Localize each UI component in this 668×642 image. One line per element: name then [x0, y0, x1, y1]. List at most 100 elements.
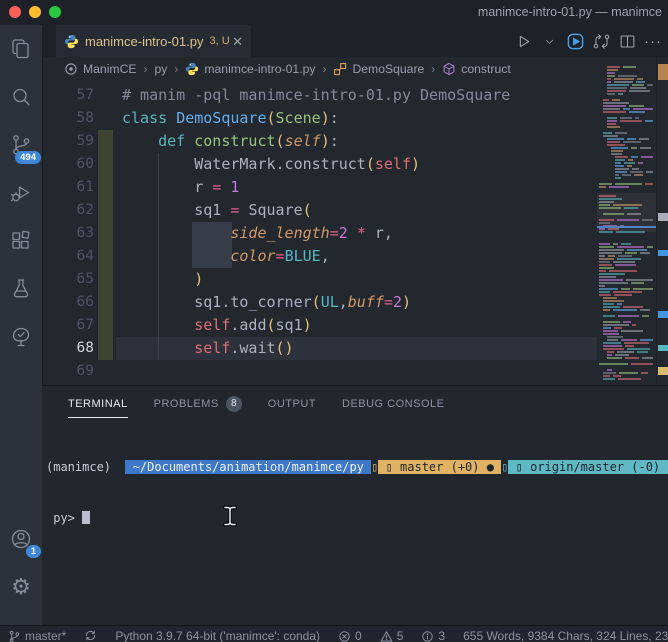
- activity-files-button[interactable]: [0, 25, 42, 73]
- sync-icon: [84, 629, 97, 642]
- activity-source-control-button[interactable]: 494: [0, 121, 42, 169]
- vscode-window: manimce-intro-01.py — manimce 494 1⚙ man…: [0, 0, 668, 642]
- more-actions-button[interactable]: ···: [642, 30, 664, 52]
- breadcrumb-label: py: [155, 62, 168, 76]
- line-number: 63: [42, 222, 94, 245]
- mouse-ibeam-cursor: [222, 505, 238, 527]
- breadcrumb-item-demosquare[interactable]: DemoSquare: [333, 62, 424, 76]
- status-error[interactable]: 0: [338, 629, 362, 642]
- breadcrumb: ManimCE›py›manimce-intro-01.py›DemoSquar…: [42, 57, 597, 81]
- split-editor-icon: [618, 32, 637, 51]
- line-number: 69: [42, 360, 94, 383]
- activity-bar: 494 1⚙: [0, 25, 43, 625]
- panel-tab-problems[interactable]: PROBLEMS8: [154, 387, 242, 420]
- status-label: 5: [397, 629, 404, 642]
- symbol-class-icon: [333, 62, 347, 76]
- line-number: 65: [42, 268, 94, 291]
- tab-manimce-intro-01[interactable]: manimce-intro-01.py 3, U ✕: [56, 25, 252, 57]
- line-number: 57: [42, 84, 94, 107]
- panel-tab-label: OUTPUT: [268, 398, 316, 410]
- code-line-57[interactable]: # manim -pql manimce-intro-01.py DemoSqu…: [122, 84, 510, 107]
- run-dropdown-chevron-icon: [543, 35, 556, 48]
- terminal-prompt: py>: [46, 511, 82, 525]
- breadcrumb-item-py[interactable]: py: [155, 62, 168, 76]
- code-line-58[interactable]: class DemoSquare(Scene):: [122, 107, 510, 130]
- zoom-window-button[interactable]: [49, 6, 61, 18]
- activity-flask-button[interactable]: [0, 265, 42, 313]
- status-label: Python 3.9.7 64-bit ('manimce': conda): [115, 629, 320, 642]
- line-number: 68: [42, 337, 94, 360]
- ruler-mark: [658, 345, 668, 351]
- code-lines[interactable]: # manim -pql manimce-intro-01.py DemoSqu…: [122, 84, 510, 383]
- code-line-64[interactable]: color=BLUE,: [122, 245, 510, 268]
- line-number: 60: [42, 153, 94, 176]
- terminal-prompt-line: (manimce) ~/Documents/animation/manimce/…: [46, 459, 668, 476]
- panel-tab-debug-console[interactable]: DEBUG CONSOLE: [342, 389, 444, 418]
- code-line-62[interactable]: sq1 = Square(: [122, 199, 510, 222]
- status-info[interactable]: 3: [421, 629, 445, 642]
- breadcrumb-item-manimce-intro-01-py[interactable]: manimce-intro-01.py: [185, 62, 315, 76]
- overview-ruler: [656, 57, 668, 385]
- activity-extensions-button[interactable]: [0, 217, 42, 265]
- status-Words,[interactable]: 655 Words, 9384 Chars, 324 Lines, 23: [463, 629, 668, 642]
- code-editor[interactable]: 57585960616263646566676869 # manim -pql …: [42, 81, 668, 385]
- activity-bar-bottom: 1⚙: [0, 515, 42, 611]
- code-line-68[interactable]: self.wait(): [122, 337, 510, 360]
- window-title: manimce-intro-01.py — manimce: [478, 5, 662, 19]
- line-number-gutter: 57585960616263646566676869: [42, 84, 94, 383]
- code-line-67[interactable]: self.add(sq1): [122, 314, 510, 337]
- open-changes-button[interactable]: [590, 30, 612, 52]
- warning-icon: [380, 630, 393, 642]
- status-label: 0: [355, 629, 362, 642]
- activity-settings-gear-button[interactable]: ⚙: [0, 563, 42, 611]
- line-number: 64: [42, 245, 94, 268]
- breadcrumb-label: DemoSquare: [352, 62, 424, 76]
- breadcrumb-separator: ›: [174, 62, 178, 76]
- ruler-mark: [658, 64, 668, 80]
- activity-search-button[interactable]: [0, 73, 42, 121]
- activity-run-debug-button[interactable]: [0, 169, 42, 217]
- close-icon[interactable]: ✕: [232, 35, 243, 48]
- line-number: 67: [42, 314, 94, 337]
- line-number: 62: [42, 199, 94, 222]
- code-line-69[interactable]: [122, 360, 510, 383]
- breadcrumb-label: construct: [461, 62, 510, 76]
- activity-test-explorer-button[interactable]: [0, 313, 42, 361]
- breadcrumb-item-construct[interactable]: construct: [442, 62, 510, 76]
- terminal-segment: ▯ master (+0) ●: [378, 460, 501, 474]
- test-explorer-icon: [9, 325, 33, 349]
- status-bar: master* Python 3.9.7 64-bit ('manimce': c…: [0, 625, 668, 642]
- minimize-window-button[interactable]: [29, 6, 41, 18]
- run-button[interactable]: [512, 30, 534, 52]
- minimap[interactable]: [597, 57, 656, 385]
- panel-tab-output[interactable]: OUTPUT: [268, 389, 316, 418]
- split-editor-button[interactable]: [616, 30, 638, 52]
- panel-tab-label: PROBLEMS: [154, 398, 219, 410]
- panel-tab-terminal[interactable]: TERMINAL: [68, 389, 128, 418]
- breadcrumb-item-manimce[interactable]: ManimCE: [64, 62, 137, 76]
- close-window-button[interactable]: [9, 6, 21, 18]
- code-line-59[interactable]: def construct(self):: [122, 130, 510, 153]
- status-sync[interactable]: [84, 629, 97, 642]
- code-line-65[interactable]: ): [122, 268, 510, 291]
- status-3.9.7[interactable]: Python 3.9.7 64-bit ('manimce': conda): [115, 629, 320, 642]
- panel-tab-label: DEBUG CONSOLE: [342, 398, 444, 410]
- code-line-61[interactable]: r = 1: [122, 176, 510, 199]
- activity-account-button[interactable]: 1: [0, 515, 42, 563]
- terminal[interactable]: (manimce) ~/Documents/animation/manimce/…: [46, 425, 668, 561]
- conda-env-label: (manimce): [46, 460, 125, 474]
- run-dropdown-chevron-button[interactable]: [538, 30, 560, 52]
- code-line-60[interactable]: WaterMark.construct(self): [122, 153, 510, 176]
- line-number: 61: [42, 176, 94, 199]
- activity-bar-top: 494: [0, 25, 42, 361]
- run-python-file-button[interactable]: [564, 30, 586, 52]
- bottom-panel: TERMINAL PROBLEMS8 OUTPUT DEBUG CONSOLE (ma…: [42, 385, 668, 625]
- run-debug-icon: [9, 181, 33, 205]
- code-line-63[interactable]: side_length=2 * r,: [122, 222, 510, 245]
- terminal-input-line[interactable]: py>: [46, 510, 668, 527]
- status-warning[interactable]: 5: [380, 629, 404, 642]
- status-git-branch[interactable]: master*: [8, 629, 66, 642]
- title-bar[interactable]: manimce-intro-01.py — manimce: [0, 0, 668, 25]
- extensions-icon: [9, 229, 33, 253]
- code-line-66[interactable]: sq1.to_corner(UL,buff=2): [122, 291, 510, 314]
